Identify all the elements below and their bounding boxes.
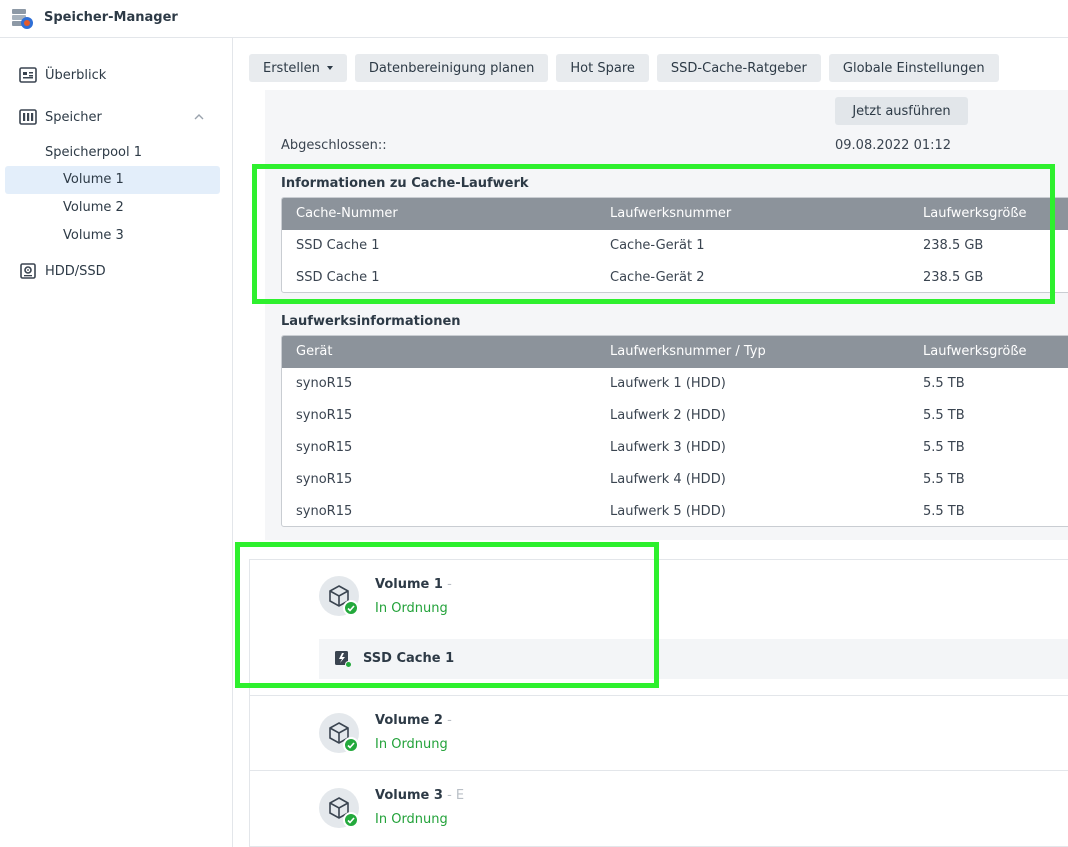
table-cell: 238.5 GB bbox=[923, 238, 984, 253]
caret-down-icon bbox=[326, 66, 333, 70]
column-header[interactable]: Laufwerksgröße bbox=[923, 344, 1027, 359]
completed-label: Abgeschlossen:: bbox=[281, 138, 387, 153]
volume-icon bbox=[319, 713, 359, 753]
table-cell: synoR15 bbox=[296, 472, 353, 487]
schedule-scrub-button[interactable]: Datenbereinigung planen bbox=[354, 54, 549, 82]
table-row[interactable]: synoR15 Laufwerk 5 (HDD) 5.5 TB bbox=[282, 496, 1068, 526]
table-cell: Laufwerk 1 (HDD) bbox=[610, 376, 726, 391]
sidebar-item-storage-pool[interactable]: Speicherpool 1 bbox=[45, 145, 142, 160]
table-cell: 238.5 GB bbox=[923, 270, 984, 285]
volume-row-1[interactable]: Volume 1 - In Ordnung SSD Cache 1 bbox=[250, 560, 1068, 696]
table-cell: SSD Cache 1 bbox=[296, 270, 380, 285]
chevron-up-icon[interactable] bbox=[193, 111, 205, 123]
table-header: Gerät Laufwerksnummer / Typ Laufwerksgrö… bbox=[282, 336, 1068, 368]
hot-spare-button[interactable]: Hot Spare bbox=[556, 54, 649, 82]
table-cell: 5.5 TB bbox=[923, 472, 965, 487]
app-title: Speicher-Manager bbox=[44, 10, 178, 25]
table-cell: Cache-Gerät 2 bbox=[610, 270, 705, 285]
sidebar: Überblick Speicher Speicherpool 1 Volume… bbox=[0, 38, 233, 847]
storage-manager-app-icon bbox=[12, 9, 33, 29]
ssd-cache-row[interactable]: SSD Cache 1 bbox=[319, 639, 1068, 679]
title-bar: Speicher-Manager bbox=[0, 0, 1068, 38]
column-header[interactable]: Laufwerksnummer / Typ bbox=[610, 344, 766, 359]
sidebar-item-label: Volume 3 bbox=[63, 228, 124, 243]
cache-info-title: Informationen zu Cache-Laufwerk bbox=[281, 176, 529, 191]
sidebar-item-overview[interactable]: Überblick bbox=[0, 61, 233, 89]
sidebar-item-label: Speicher bbox=[45, 109, 102, 125]
ssd-cache-advisor-button[interactable]: SSD-Cache-Ratgeber bbox=[656, 54, 821, 82]
volume-icon bbox=[319, 788, 359, 828]
volume-row-2[interactable]: Volume 2 - In Ordnung bbox=[250, 696, 1068, 771]
volume-name: Volume 2 - bbox=[375, 713, 452, 728]
column-header[interactable]: Cache-Nummer bbox=[296, 206, 398, 221]
cache-info-table: Cache-Nummer Laufwerksnummer Laufwerksgr… bbox=[281, 197, 1068, 293]
column-header[interactable]: Gerät bbox=[296, 344, 332, 359]
table-cell: 5.5 TB bbox=[923, 440, 965, 455]
create-button[interactable]: Erstellen bbox=[249, 54, 347, 82]
status-ok-icon bbox=[343, 737, 359, 753]
table-row[interactable]: synoR15 Laufwerk 2 (HDD) 5.5 TB bbox=[282, 400, 1068, 432]
sidebar-item-volume-2[interactable]: Volume 2 bbox=[5, 194, 220, 222]
ssd-cache-label: SSD Cache 1 bbox=[363, 651, 455, 666]
table-cell: 5.5 TB bbox=[923, 376, 965, 391]
drive-info-title: Laufwerksinformationen bbox=[281, 314, 461, 329]
table-cell: synoR15 bbox=[296, 504, 353, 519]
status-ok-icon bbox=[343, 812, 359, 828]
overview-icon bbox=[19, 67, 37, 83]
table-cell: SSD Cache 1 bbox=[296, 238, 380, 253]
table-cell: Laufwerk 3 (HDD) bbox=[610, 440, 726, 455]
volume-description: - bbox=[442, 577, 452, 592]
sidebar-item-storage[interactable]: Speicher bbox=[0, 103, 233, 131]
ssd-cache-icon bbox=[335, 651, 352, 668]
table-cell: Cache-Gerät 1 bbox=[610, 238, 705, 253]
table-cell: 5.5 TB bbox=[923, 504, 965, 519]
run-now-button[interactable]: Jetzt ausführen bbox=[835, 97, 968, 125]
toolbar: Erstellen Datenbereinigung planen Hot Sp… bbox=[249, 54, 999, 82]
sidebar-item-label: Volume 2 bbox=[63, 200, 124, 215]
table-cell: synoR15 bbox=[296, 440, 353, 455]
table-row[interactable]: SSD Cache 1 Cache-Gerät 1 238.5 GB bbox=[282, 230, 1068, 262]
sidebar-item-label: Volume 1 bbox=[63, 172, 124, 187]
table-row[interactable]: synoR15 Laufwerk 3 (HDD) 5.5 TB bbox=[282, 432, 1068, 464]
drive-info-table: Gerät Laufwerksnummer / Typ Laufwerksgrö… bbox=[281, 335, 1068, 527]
sidebar-item-label: HDD/SSD bbox=[45, 263, 106, 279]
status-ok-icon bbox=[343, 600, 359, 616]
table-cell: 5.5 TB bbox=[923, 408, 965, 423]
hard-disk-icon bbox=[20, 263, 36, 279]
volume-icon bbox=[319, 576, 359, 616]
completed-value: 09.08.2022 01:12 bbox=[835, 138, 952, 153]
sidebar-item-label: Überblick bbox=[45, 67, 107, 83]
volume-list: Volume 1 - In Ordnung SSD Cache 1 Volume… bbox=[249, 559, 1068, 847]
volume-description: - bbox=[442, 713, 452, 728]
table-cell: Laufwerk 5 (HDD) bbox=[610, 504, 726, 519]
table-row[interactable]: SSD Cache 1 Cache-Gerät 2 238.5 GB bbox=[282, 262, 1068, 292]
column-header[interactable]: Laufwerksnummer bbox=[610, 206, 731, 221]
volume-status: In Ordnung bbox=[375, 737, 448, 752]
sidebar-item-hdd-ssd[interactable]: HDD/SSD bbox=[0, 257, 233, 285]
volume-row-3[interactable]: Volume 3 - E In Ordnung bbox=[250, 771, 1068, 847]
volume-description: - E bbox=[442, 788, 465, 803]
volume-name-text: Volume 1 bbox=[375, 577, 443, 592]
volume-name: Volume 1 - bbox=[375, 577, 452, 592]
table-cell: synoR15 bbox=[296, 376, 353, 391]
volume-status: In Ordnung bbox=[375, 812, 448, 827]
table-cell: Laufwerk 4 (HDD) bbox=[610, 472, 726, 487]
create-button-label: Erstellen bbox=[263, 60, 320, 76]
column-header[interactable]: Laufwerksgröße bbox=[923, 206, 1027, 221]
table-row[interactable]: synoR15 Laufwerk 4 (HDD) 5.5 TB bbox=[282, 464, 1068, 496]
global-settings-button[interactable]: Globale Einstellungen bbox=[828, 54, 999, 82]
table-cell: synoR15 bbox=[296, 408, 353, 423]
table-cell: Laufwerk 2 (HDD) bbox=[610, 408, 726, 423]
volume-name-text: Volume 3 bbox=[375, 788, 443, 803]
table-header: Cache-Nummer Laufwerksnummer Laufwerksgr… bbox=[282, 198, 1068, 230]
volume-name-text: Volume 2 bbox=[375, 713, 443, 728]
sidebar-item-volume-3[interactable]: Volume 3 bbox=[5, 222, 220, 250]
storage-icon bbox=[19, 109, 37, 125]
table-row[interactable]: synoR15 Laufwerk 1 (HDD) 5.5 TB bbox=[282, 368, 1068, 400]
volume-name: Volume 3 - E bbox=[375, 788, 464, 803]
volume-status: In Ordnung bbox=[375, 601, 448, 616]
sidebar-item-volume-1[interactable]: Volume 1 bbox=[5, 166, 220, 194]
